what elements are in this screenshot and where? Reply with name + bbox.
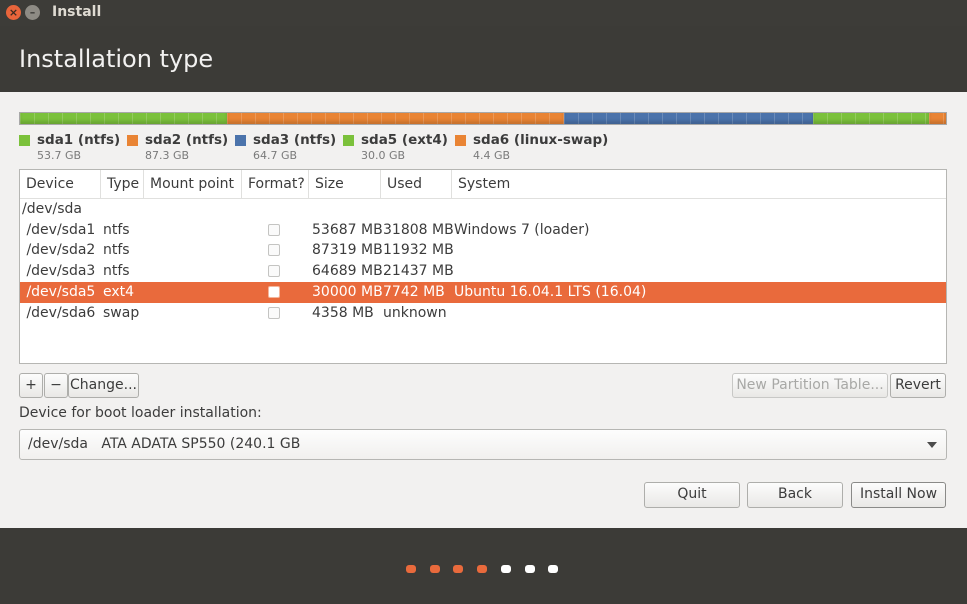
cell-device: /dev/sda2: [22, 242, 96, 259]
cell-used: 31808 MB: [383, 221, 454, 238]
minimize-icon[interactable]: –: [25, 5, 40, 20]
remove-partition-button[interactable]: −: [44, 373, 68, 398]
legend-label: sda6 (linux-swap): [473, 132, 609, 148]
format-checkbox[interactable]: [268, 306, 280, 319]
table-row[interactable]: /dev/sda2 ntfs 87319 MB 11932 MB: [20, 240, 946, 261]
cell-used: 11932 MB: [383, 242, 454, 259]
partition-bar-segment-sda2: [227, 113, 564, 124]
legend-swatch: [235, 135, 246, 146]
boot-loader-select[interactable]: /dev/sda ATA ADATA SP550 (240.1 GB: [19, 429, 947, 460]
page-header: Installation type: [0, 26, 967, 92]
progress-dot-todo: [500, 565, 511, 573]
progress-dot-done: [406, 565, 416, 573]
table-row[interactable]: /dev/sda: [20, 199, 946, 220]
format-checkbox[interactable]: [268, 265, 280, 278]
table-row[interactable]: /dev/sda5 ext4 30000 MB 7742 MB Ubuntu 16.04…: [20, 281, 946, 303]
legend-swatch: [343, 135, 354, 146]
window-titlebar: × – Install: [0, 0, 967, 26]
close-icon[interactable]: ×: [6, 5, 21, 20]
col-format-header[interactable]: Format?: [242, 170, 309, 198]
cell-size: 4358 MB: [312, 304, 374, 321]
add-partition-button[interactable]: +: [19, 373, 43, 398]
cell-device: /dev/sda6: [22, 304, 96, 321]
legend-size: 64.7 GB: [253, 149, 298, 162]
legend-size: 53.7 GB: [37, 149, 82, 162]
window-title: Install: [52, 4, 102, 20]
cell-type: ntfs: [103, 221, 130, 238]
cell-device: /dev/sda: [22, 201, 82, 217]
legend-label: sda5 (ext4): [361, 132, 448, 148]
quit-button[interactable]: Quit: [644, 482, 740, 508]
cell-device: /dev/sda3: [22, 263, 96, 280]
boot-loader-label: Device for boot loader installation:: [19, 405, 262, 421]
footer: [0, 528, 967, 604]
page-title: Installation type: [19, 45, 214, 73]
cell-size: 87319 MB: [312, 242, 383, 259]
cell-used: 21437 MB: [383, 263, 454, 280]
legend-size: 87.3 GB: [145, 149, 190, 162]
partition-table[interactable]: Device Type Mount point Format? Size Use…: [19, 169, 947, 364]
cell-size: 64689 MB: [312, 263, 383, 280]
progress-dot-done: [429, 565, 440, 573]
cell-device: /dev/sda5: [22, 283, 96, 300]
revert-button[interactable]: Revert: [890, 373, 946, 398]
col-used-header[interactable]: Used: [381, 170, 452, 198]
main-content: sda1 (ntfs) 53.7 GB sda2 (ntfs) 87.3 GB sda3…: [0, 92, 967, 528]
legend-swatch: [127, 135, 138, 146]
partition-legend: sda1 (ntfs) 53.7 GB sda2 (ntfs) 87.3 GB sda3…: [19, 132, 949, 164]
cell-size: 53687 MB: [312, 221, 383, 238]
table-header: Device Type Mount point Format? Size Use…: [20, 170, 946, 199]
table-row[interactable]: /dev/sda3 ntfs 64689 MB 21437 MB: [20, 261, 946, 282]
legend-label: sda1 (ntfs): [37, 132, 121, 148]
legend-size: 4.4 GB: [473, 149, 511, 162]
cell-type: ext4: [103, 283, 135, 300]
cell-type: ntfs: [103, 242, 130, 259]
cell-size: 30000 MB: [312, 283, 383, 300]
col-device-header[interactable]: Device: [20, 170, 101, 198]
cell-system: Ubuntu 16.04.1 LTS (16.04): [454, 283, 647, 300]
back-button[interactable]: Back: [747, 482, 843, 508]
legend-size: 30.0 GB: [361, 149, 406, 162]
progress-dot-todo: [524, 565, 535, 573]
new-partition-table-button[interactable]: New Partition Table...: [732, 373, 888, 398]
partition-bar-segment-sda3: [563, 113, 814, 124]
cell-used: unknown: [383, 304, 447, 321]
cell-system: Windows 7 (loader): [454, 221, 590, 238]
install-now-button[interactable]: Install Now: [851, 482, 946, 508]
chevron-down-icon: [927, 442, 937, 448]
legend-swatch: [19, 135, 30, 146]
progress-dot-todo: [548, 565, 559, 573]
legend-swatch: [455, 135, 466, 146]
table-row[interactable]: /dev/sda6 swap 4358 MB unknown: [20, 303, 946, 324]
col-type-header[interactable]: Type: [101, 170, 144, 198]
format-checkbox[interactable]: [268, 244, 280, 257]
format-checkbox[interactable]: [268, 223, 280, 236]
format-checkbox[interactable]: [268, 285, 280, 298]
col-mount-header[interactable]: Mount point: [144, 170, 242, 198]
partition-bar: [19, 112, 947, 125]
legend-label: sda3 (ntfs): [253, 132, 337, 148]
partition-bar-segment-sda1: [20, 113, 228, 124]
cell-type: swap: [103, 304, 140, 321]
cell-type: ntfs: [103, 263, 130, 280]
progress-dot-done: [453, 565, 464, 573]
partition-bar-segment-sda5: [813, 113, 929, 124]
table-row[interactable]: /dev/sda1 ntfs 53687 MB 31808 MB Windows 7 (…: [20, 220, 946, 241]
cell-used: 7742 MB: [383, 283, 445, 300]
boot-loader-value: /dev/sda ATA ADATA SP550 (240.1 GB: [28, 436, 301, 452]
partition-bar-segment-sda6: [928, 113, 946, 124]
change-partition-button[interactable]: Change...: [68, 373, 139, 398]
col-size-header[interactable]: Size: [309, 170, 381, 198]
progress-dot-done: [477, 565, 488, 573]
cell-device: /dev/sda1: [22, 221, 96, 238]
col-system-header[interactable]: System: [452, 170, 946, 198]
legend-label: sda2 (ntfs): [145, 132, 229, 148]
